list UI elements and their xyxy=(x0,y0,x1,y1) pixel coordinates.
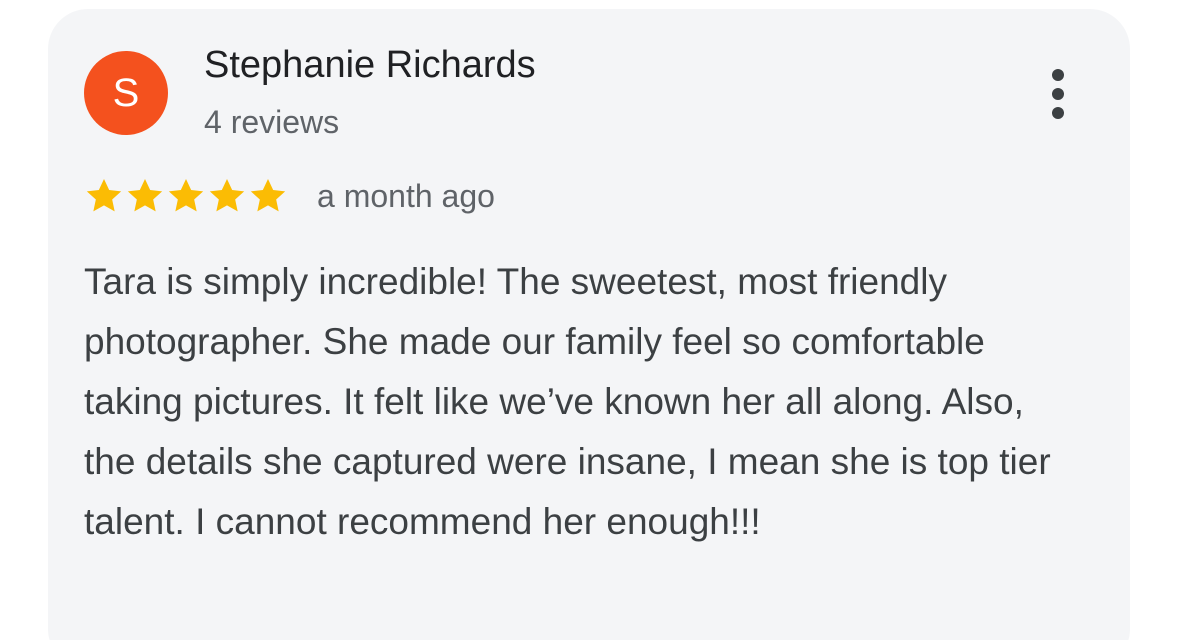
star-icon xyxy=(127,179,163,212)
avatar-letter: S xyxy=(112,70,140,115)
avatar[interactable]: S xyxy=(84,51,168,135)
star-icon xyxy=(86,179,122,212)
more-vert-icon xyxy=(1052,69,1064,119)
review-text: Tara is simply incredible! The sweetest,… xyxy=(84,261,1051,542)
star-icon xyxy=(168,179,204,212)
more-options-button[interactable] xyxy=(1036,64,1080,124)
star-rating xyxy=(84,176,289,216)
star-icon xyxy=(250,179,286,212)
author-reviews-count[interactable]: 4 reviews xyxy=(204,104,339,141)
star-icon xyxy=(209,179,245,212)
author-name[interactable]: Stephanie Richards xyxy=(204,44,536,87)
review-date: a month ago xyxy=(317,177,495,214)
rating-row: a month ago xyxy=(84,174,495,218)
